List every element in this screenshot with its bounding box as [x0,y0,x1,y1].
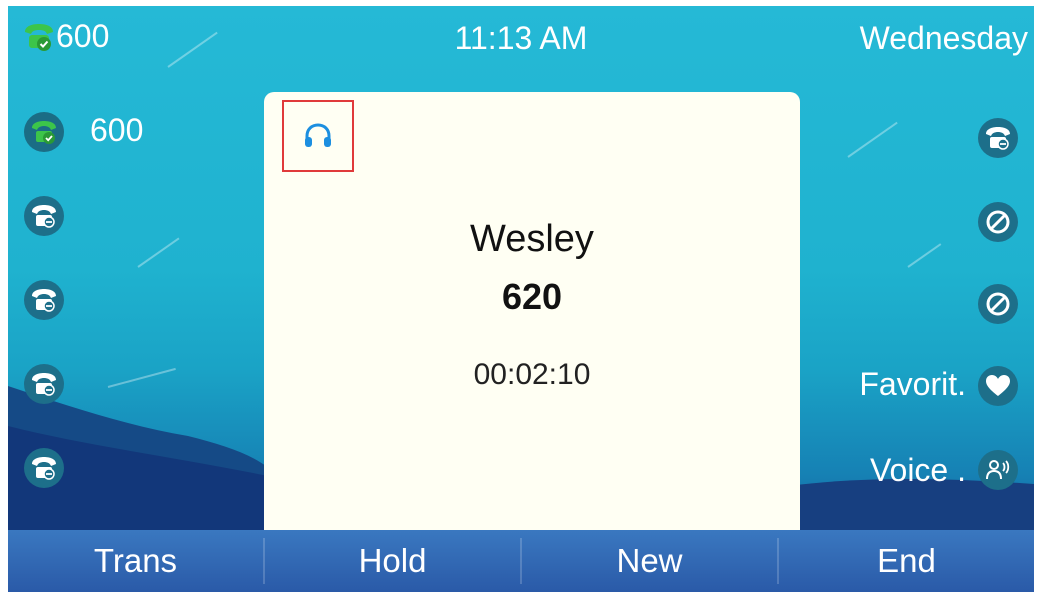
line-key-3[interactable] [24,280,64,320]
caller-name: Wesley [470,218,594,260]
line-key-6[interactable] [978,118,1018,158]
phone-icon [32,289,56,312]
status-bar: 600 11:13 AM Wednesday [8,6,1034,82]
status-day: Wednesday [859,20,1028,56]
line-key-5[interactable] [24,448,64,488]
caller-number: 620 [501,276,563,317]
phone-screen: 600 11:13 AM Wednesday 600 Favorit. Voic… [8,6,1034,592]
no-entry-icon [986,210,1010,234]
call-duration: 00:02:10 [473,358,591,391]
phone-icon [32,373,56,396]
headset-icon [305,123,331,147]
softkey-end[interactable]: End [779,530,1034,592]
line-key-1-label: 600 [90,112,144,148]
line-key-7[interactable] [978,202,1018,242]
voice-person-icon [986,460,1010,480]
softkey-new[interactable]: New [522,530,777,592]
phone-icon [32,205,56,228]
softkey-bar: Trans Hold New End [8,530,1034,592]
voice-label: Voice . [869,452,966,488]
favorites-key[interactable] [978,366,1018,406]
line-key-8[interactable] [978,284,1018,324]
heart-icon [986,375,1010,396]
line-key-1[interactable] [24,112,64,152]
registered-phone-icon [32,121,56,144]
line-key-4[interactable] [24,364,64,404]
call-panel: Wesley 620 00:02:10 [264,92,800,532]
no-entry-icon [986,292,1010,316]
line-key-2[interactable] [24,196,64,236]
voice-key[interactable] [978,450,1018,490]
audio-device-indicator [282,100,354,172]
phone-icon [986,127,1010,150]
softkey-trans[interactable]: Trans [8,530,263,592]
softkey-hold[interactable]: Hold [265,530,520,592]
phone-icon [32,457,56,480]
favorites-label: Favorit. [859,366,966,402]
